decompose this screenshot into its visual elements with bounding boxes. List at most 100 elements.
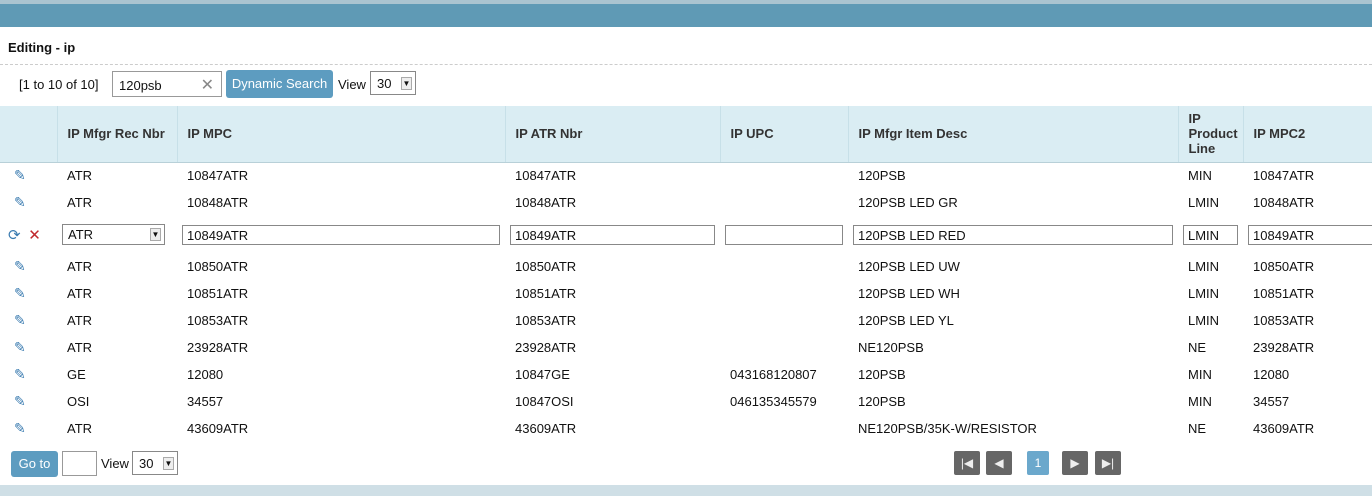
footer-view-select[interactable]: 30 ▼ [132,451,178,475]
table-cell: 10847GE [515,367,570,382]
prev-page-button[interactable]: ◀ [986,451,1012,475]
column-header[interactable]: IP Mfgr Item Desc [848,106,1179,163]
column-header[interactable]: IP UPC [720,106,849,163]
table-cell: GE [67,367,86,382]
table-cell: 120PSB [858,367,906,382]
view-select-value: 30 [377,76,392,91]
table-cell: 10853ATR [1253,313,1315,328]
cell-input[interactable]: LMIN [1183,224,1238,245]
table-cell: 046135345579 [730,394,817,409]
top-bar [0,0,1372,27]
table-cell: 10847ATR [187,168,249,184]
table-row: ⟳ ✕ ATR ▼ 10849ATR 10849ATR 120PSB LED RED LMI… [0,216,1372,253]
pagination-footer: Go to View 30 ▼ |◀ ◀ 1 ▶ ▶| [0,450,1372,480]
column-header[interactable]: IP Product Line [1178,106,1244,163]
table-cell: OSI [67,394,90,409]
table-cell: ATR [67,259,93,274]
table-cell: 10847OSI [515,394,574,409]
cell-input[interactable]: 120PSB LED RED [853,224,1173,245]
chevron-down-icon: ▼ [163,457,174,470]
table-row: ✎ OSI 34557 10847OSI 046135345579 120PSB MIN 34… [0,388,1372,415]
next-page-button[interactable]: ▶ [1062,451,1088,475]
search-value: 120psb [119,78,162,93]
view-label: View [338,77,366,92]
column-header[interactable]: IP Mfgr Rec Nbr [57,106,178,163]
row-actions: ✎ [0,361,57,388]
table-cell: 120PSB LED WH [858,286,960,301]
chevron-down-icon: ▼ [401,77,412,90]
table-cell [720,334,848,361]
edit-pencil-icon[interactable]: ✎ [0,258,26,274]
table-cell [720,189,848,216]
cell-editor: ATR ▼ [57,216,177,253]
table-cell: 43609ATR [1253,421,1315,436]
table-cell: LMIN [1188,195,1220,210]
table-cell: LMIN [1188,259,1220,274]
edit-pencil-icon[interactable]: ✎ [0,167,26,183]
table-cell: NE [1188,421,1207,436]
cell-input[interactable] [725,224,843,245]
table-cell: 10851ATR [187,286,249,301]
clear-search-icon[interactable]: ✕ [201,75,214,95]
cancel-icon[interactable]: ✕ [24,227,41,244]
table-cell [720,253,848,280]
table-cell [720,415,848,442]
table-cell: 10847ATR [515,168,577,184]
table-cell: 120PSB [858,168,906,184]
mfgr-select[interactable]: ATR ▼ [62,224,165,245]
cell-input[interactable]: 10849ATR [1248,224,1372,245]
edit-pencil-icon[interactable]: ✎ [0,420,26,436]
column-header[interactable]: IP MPC2 [1243,106,1372,163]
edit-pencil-icon[interactable]: ✎ [0,312,26,328]
table-cell: 23928ATR [515,340,577,355]
table-row: ✎ ATR 10850ATR 10850ATR 120PSB LED UW LMIN 108… [0,253,1372,280]
goto-page-input[interactable] [62,451,97,476]
table-row: ✎ ATR 10851ATR 10851ATR 120PSB LED WH LMIN 108… [0,280,1372,307]
cell-input[interactable]: 10849ATR [182,224,500,245]
record-count: [1 to 10 of 10] [19,77,99,92]
last-page-button[interactable]: ▶| [1095,451,1121,475]
edit-pencil-icon[interactable]: ✎ [0,339,26,355]
cell-editor: 120PSB LED RED [848,216,1178,253]
cell-input[interactable]: 10849ATR [510,224,715,245]
table-cell: 10853ATR [515,313,577,328]
edit-pencil-icon[interactable]: ✎ [0,285,26,301]
table-cell: ATR [67,340,93,355]
table-cell: 120PSB LED UW [858,259,960,274]
dynamic-search-button[interactable]: Dynamic Search [226,70,333,98]
divider [0,64,1372,65]
table-cell: 34557 [187,394,224,409]
table-cell [720,307,848,334]
table-cell: 043168120807 [730,367,817,382]
search-input[interactable]: 120psb ✕ [112,71,222,97]
first-page-button[interactable]: |◀ [954,451,980,475]
cell-editor: 10849ATR [1243,216,1372,253]
table-row: ✎ ATR 10848ATR 10848ATR 120PSB LED GR LMIN 108… [0,189,1372,216]
mfgr-select-value: ATR [68,227,94,242]
table-cell: 10847ATR [1253,168,1315,184]
table-cell: 120PSB LED GR [858,195,958,210]
table-cell: 12080 [1253,367,1290,382]
table-cell: LMIN [1188,286,1220,301]
table-cell: 10850ATR [1253,259,1315,274]
table-row: ✎ ATR 10847ATR 10847ATR 120PSB MIN 10847ATR [0,162,1372,189]
table-cell: 10850ATR [187,259,249,274]
table-cell: 43609ATR [187,421,249,436]
column-header[interactable]: IP MPC [177,106,506,163]
table-cell: MIN [1188,168,1212,184]
view-select[interactable]: 30 ▼ [370,71,416,95]
goto-button[interactable]: Go to [11,451,58,477]
edit-pencil-icon[interactable]: ✎ [0,393,26,409]
table-cell: ATR [67,313,93,328]
toolbar: [1 to 10 of 10] 120psb ✕ Dynamic Search V… [0,70,1372,100]
edit-pencil-icon[interactable]: ✎ [0,194,26,210]
edit-pencil-icon[interactable]: ✎ [0,366,26,382]
table-row: ✎ ATR 23928ATR 23928ATR NE120PSB NE 23928ATR [0,334,1372,361]
table-cell: 10851ATR [1253,286,1315,301]
current-page[interactable]: 1 [1027,451,1049,475]
row-actions: ✎ [0,253,57,280]
table-cell: 43609ATR [515,421,577,436]
save-refresh-icon[interactable]: ⟳ [0,227,21,244]
column-header[interactable]: IP ATR Nbr [505,106,721,163]
table-cell: MIN [1188,394,1212,409]
